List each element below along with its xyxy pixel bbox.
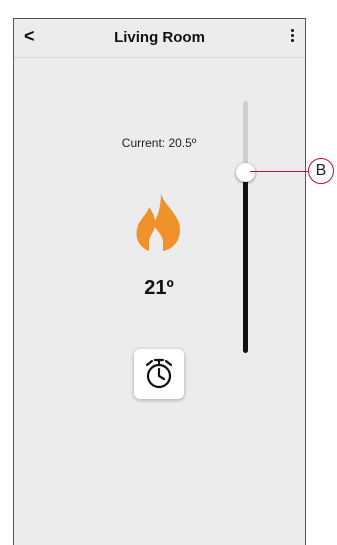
flame-icon	[136, 193, 181, 251]
phone-screen: < Living Room Current: 20.5º 21º	[13, 18, 306, 545]
current-temperature: Current: 20.5º	[121, 136, 197, 150]
temperature-slider-thumb[interactable]	[236, 163, 255, 182]
dot	[290, 39, 294, 42]
dot	[290, 34, 294, 37]
setpoint-temperature: 21º	[144, 277, 174, 299]
alarm-clock-icon	[145, 358, 173, 389]
temperature-slider-fill	[243, 172, 248, 353]
annotation-label-b: B	[308, 158, 334, 184]
top-app-bar: < Living Room	[14, 19, 305, 58]
annotation-callout-line	[250, 171, 310, 172]
more-options-icon[interactable]	[289, 27, 295, 45]
timer-button[interactable]	[134, 349, 184, 399]
page-title: Living Room	[114, 29, 205, 46]
dot	[290, 29, 294, 32]
